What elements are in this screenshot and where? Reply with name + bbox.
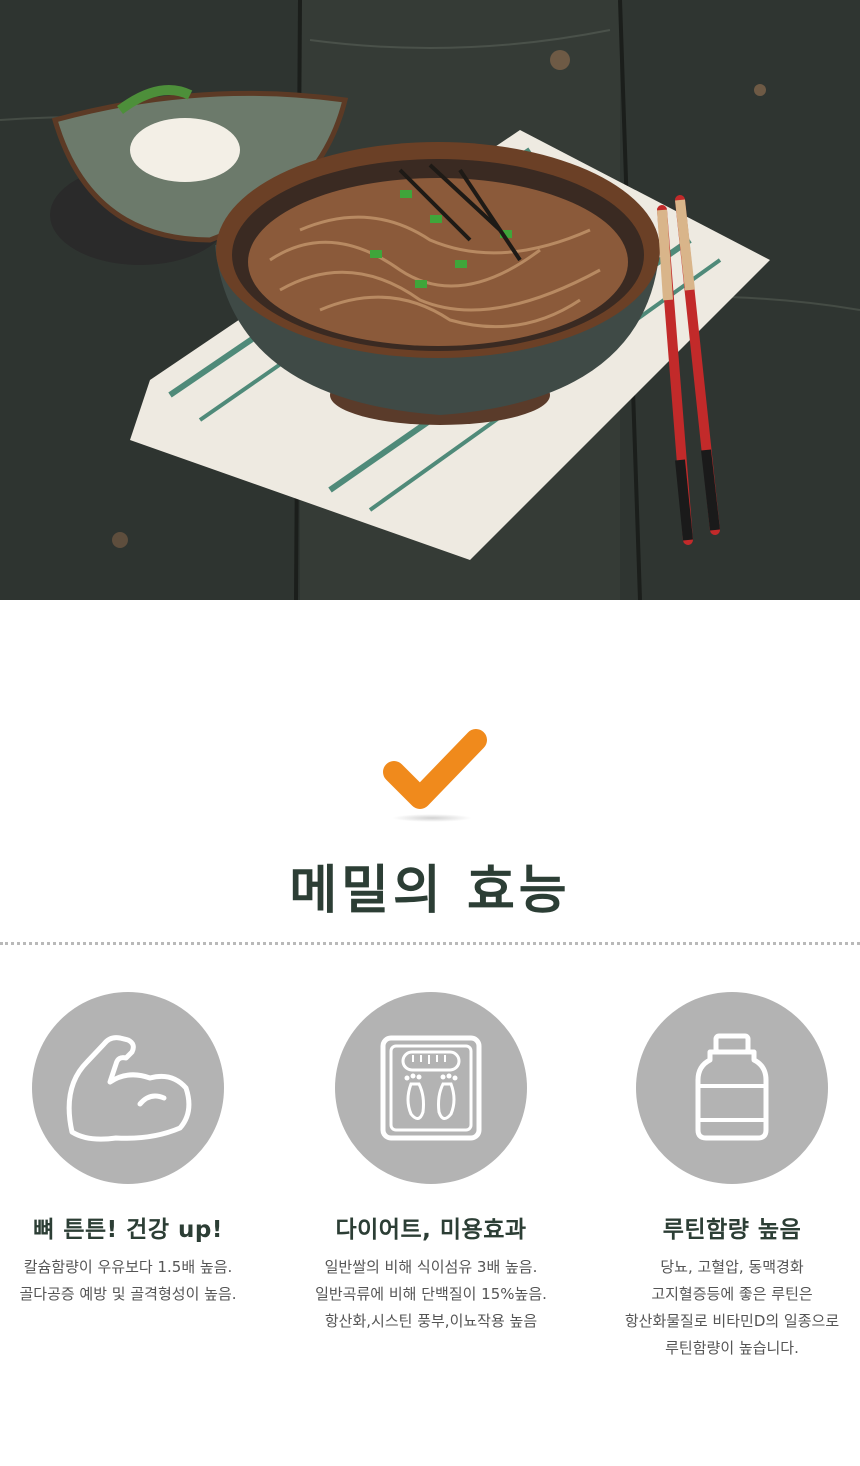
- weight-scale-icon: [380, 1035, 482, 1141]
- benefit-text-line: 일반곡류에 비해 단백질이 15%높음.: [315, 1285, 547, 1303]
- benefit-text-line: 항산화물질로 비타민D의 일종으로: [624, 1312, 840, 1330]
- benefit-text-line: 항산화,시스틴 풍부,이뇨작용 높음: [324, 1312, 538, 1330]
- benefit-title: 다이어트, 미용효과: [335, 1217, 527, 1243]
- supplement-bottle-icon: [695, 1033, 769, 1141]
- benefit-bone-health: 뼈 튼튼! 건강 up! 칼슘함량이 우유보다 1.5배 높음. 골다공증 예방…: [0, 992, 268, 1308]
- benefit-text-line: 골다공증 예방 및 골격형성이 높음.: [19, 1285, 237, 1303]
- benefit-text-line: 칼슘함량이 우유보다 1.5배 높음.: [23, 1258, 233, 1276]
- benefit-icon-circle: [335, 992, 527, 1184]
- benefit-text-line: 고지혈증등에 좋은 루틴은: [651, 1285, 813, 1303]
- benefit-icon-circle: [636, 992, 828, 1184]
- benefit-icon-circle: [32, 992, 224, 1184]
- benefit-title: 뼈 튼튼! 건강 up!: [33, 1217, 223, 1243]
- benefit-title: 루틴함량 높음: [662, 1217, 802, 1243]
- checkmark-icon: [380, 720, 490, 820]
- noodle-bowl-illustration: [0, 0, 860, 600]
- benefit-text-line: 일반쌀의 비해 식이섬유 3배 높음.: [324, 1258, 538, 1276]
- benefit-text-line: 당뇨, 고혈압, 동맥경화: [660, 1258, 804, 1276]
- muscle-arm-icon: [66, 1035, 192, 1142]
- hero-photo: [0, 0, 860, 600]
- benefit-diet-beauty: 다이어트, 미용효과 일반쌀의 비해 식이섬유 3배 높음. 일반곡류에 비해 …: [291, 992, 571, 1335]
- dotted-divider: [0, 942, 860, 945]
- checkmark-shadow: [392, 814, 472, 822]
- benefit-text-line: 루틴함량이 높습니다.: [665, 1339, 799, 1357]
- benefit-rutin: 루틴함량 높음 당뇨, 고혈압, 동맥경화 고지혈증등에 좋은 루틴은 항산화물…: [592, 992, 860, 1362]
- section-title: 메밀의 효능: [289, 861, 571, 921]
